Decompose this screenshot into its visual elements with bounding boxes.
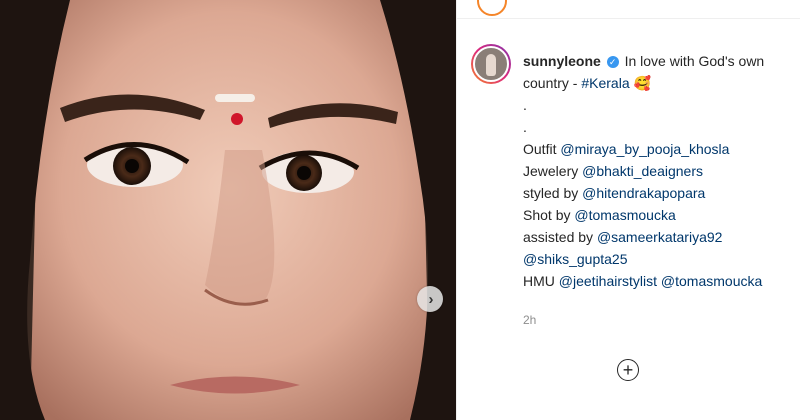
hmu-label: HMU [523,273,559,289]
username-link[interactable]: sunnyleone [523,53,601,69]
jewelery-label: Jewelery [523,163,583,179]
chevron-right-icon: › [428,290,434,308]
styled-by-label: styled by [523,185,583,201]
header-divider [457,18,800,19]
caption-dot: . [523,97,527,113]
mention-link[interactable]: @tomasmoucka [574,207,675,223]
mention-link[interactable]: @miraya_by_pooja_khosla [560,141,729,157]
assisted-by-label: assisted by [523,229,597,245]
mention-link[interactable]: @sameerkatariya92 [597,229,723,245]
plus-circle-icon: + [622,359,634,380]
verified-badge-icon: ✓ [606,56,619,68]
smiling-face-emoji-icon: 🥰 [633,75,651,91]
post-photo: › [0,0,456,420]
mention-link[interactable]: @jeetihairstylist [559,273,657,289]
hashtag-link[interactable]: #Kerala [581,75,629,91]
caption-text-continued: country - [523,75,582,91]
post-details-panel: sunnyleone ✓ In love with God's own coun… [456,0,800,420]
next-photo-button[interactable]: › [417,286,443,312]
mention-link[interactable]: @tomasmoucka [661,273,762,289]
load-more-comments-button[interactable]: + [617,359,639,381]
mention-link[interactable]: @shiks_gupta25 [523,251,628,267]
avatar[interactable] [471,44,511,84]
post-caption: sunnyleone ✓ In love with God's own coun… [523,50,789,292]
mention-link[interactable]: @bhakti_deaigners [582,163,703,179]
caption-text: In love with God's own [624,53,765,69]
portrait-image [0,0,456,420]
caption-dot: . [523,119,527,135]
header-avatar[interactable] [477,0,507,16]
avatar-image [473,46,509,82]
mention-link[interactable]: @hitendrakapopara [582,185,705,201]
outfit-label: Outfit [523,141,561,157]
post-timestamp[interactable]: 2h [523,313,536,327]
shot-by-label: Shot by [523,207,575,223]
